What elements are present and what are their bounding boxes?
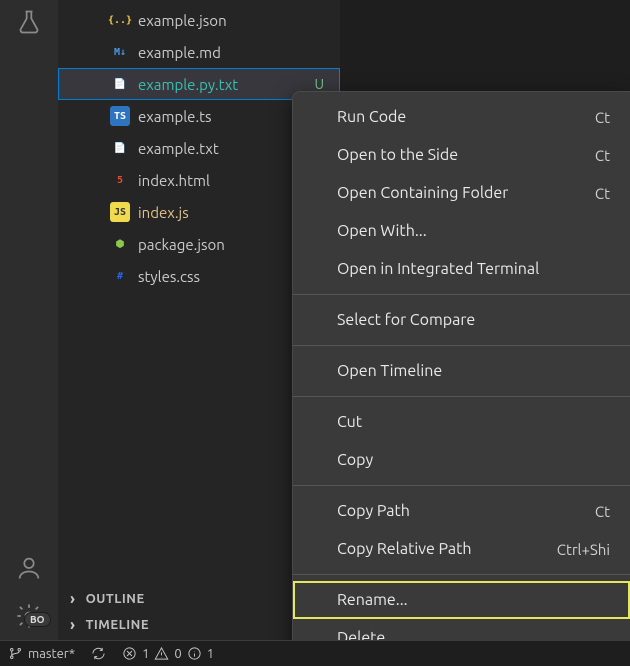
context-menu-label: Open Timeline <box>337 362 442 380</box>
file-item[interactable]: {..} example.json <box>58 4 340 36</box>
file-name: package.json <box>138 236 225 253</box>
context-menu-separator <box>293 574 630 575</box>
outline-panel-label: OUTLINE <box>86 592 145 606</box>
context-menu-item[interactable]: Open Timeline <box>293 352 630 390</box>
file-type-icon: TS <box>110 106 130 126</box>
context-menu-separator <box>293 345 630 346</box>
context-menu-label: Open in Integrated Terminal <box>337 260 539 278</box>
problems-indicator[interactable]: 1 0 1 <box>122 646 214 661</box>
context-menu-shortcut: Ct <box>595 147 610 164</box>
git-branch-icon <box>8 646 23 661</box>
file-name: index.js <box>138 204 189 221</box>
warning-count: 0 <box>174 647 181 661</box>
context-menu-separator <box>293 396 630 397</box>
timeline-panel-label: TIMELINE <box>86 618 150 632</box>
context-menu: Run CodeCtOpen to the SideCtOpen Contain… <box>292 91 630 664</box>
file-type-icon: JS <box>110 202 130 222</box>
sync-button[interactable] <box>91 646 106 661</box>
error-count: 1 <box>142 647 149 661</box>
account-icon[interactable] <box>13 552 45 584</box>
file-type-icon: ⬢ <box>110 234 130 254</box>
warning-icon <box>154 646 169 661</box>
branch-name: master* <box>28 647 75 661</box>
context-menu-item[interactable]: Rename... <box>293 581 630 619</box>
file-name: example.md <box>138 44 221 61</box>
context-menu-label: Run Code <box>337 108 406 126</box>
context-menu-label: Open to the Side <box>337 146 458 164</box>
file-type-icon: # <box>110 266 130 286</box>
context-menu-label: Open With... <box>337 222 427 240</box>
context-menu-separator <box>293 294 630 295</box>
context-menu-shortcut: Ct <box>595 503 610 520</box>
info-icon <box>187 646 202 661</box>
beaker-icon[interactable] <box>13 6 45 38</box>
file-type-icon: M↓ <box>110 42 130 62</box>
context-menu-item[interactable]: Open in Integrated Terminal <box>293 250 630 288</box>
info-count: 1 <box>207 647 214 661</box>
context-menu-separator <box>293 485 630 486</box>
file-name: example.txt <box>138 140 219 157</box>
status-bar: master* 1 0 1 <box>0 640 630 666</box>
context-menu-item[interactable]: Open to the Side Ct <box>293 136 630 174</box>
git-branch-indicator[interactable]: master* <box>8 646 75 661</box>
context-menu-item[interactable]: Copy Path Ct <box>293 492 630 530</box>
settings-badge: BO <box>24 612 51 627</box>
context-menu-item[interactable]: Copy <box>293 441 630 479</box>
file-item[interactable]: M↓ example.md <box>58 36 340 68</box>
file-name: styles.css <box>138 268 200 285</box>
context-menu-label: Open Containing Folder <box>337 184 508 202</box>
context-menu-label: Rename... <box>337 591 408 609</box>
context-menu-label: Select for Compare <box>337 311 475 329</box>
file-name: example.ts <box>138 108 212 125</box>
activity-bar <box>0 0 58 640</box>
context-menu-item[interactable]: Open Containing Folder Ct <box>293 174 630 212</box>
error-icon <box>122 646 137 661</box>
context-menu-label: Copy Path <box>337 502 410 520</box>
file-type-icon: 5 <box>110 170 130 190</box>
context-menu-item[interactable]: Copy Relative Path Ctrl+Shi <box>293 530 630 568</box>
context-menu-shortcut: Ct <box>595 109 610 126</box>
context-menu-item[interactable]: Open With... <box>293 212 630 250</box>
context-menu-label: Copy Relative Path <box>337 540 472 558</box>
git-status-badge: U <box>314 76 324 92</box>
context-menu-label: Copy <box>337 451 373 469</box>
file-type-icon: {..} <box>110 10 130 30</box>
sync-icon <box>91 646 106 661</box>
file-type-icon: 📄 <box>110 138 130 158</box>
context-menu-label: Cut <box>337 413 362 431</box>
context-menu-item[interactable]: Cut <box>293 403 630 441</box>
context-menu-item[interactable]: Run Code Ct <box>293 98 630 136</box>
context-menu-item[interactable]: Select for Compare <box>293 301 630 339</box>
file-name: example.py.txt <box>138 76 238 93</box>
file-name: example.json <box>138 12 227 29</box>
file-name: index.html <box>138 172 210 189</box>
context-menu-shortcut: Ctrl+Shi <box>557 541 610 558</box>
context-menu-shortcut: Ct <box>595 185 610 202</box>
file-type-icon: 📄 <box>110 74 130 94</box>
